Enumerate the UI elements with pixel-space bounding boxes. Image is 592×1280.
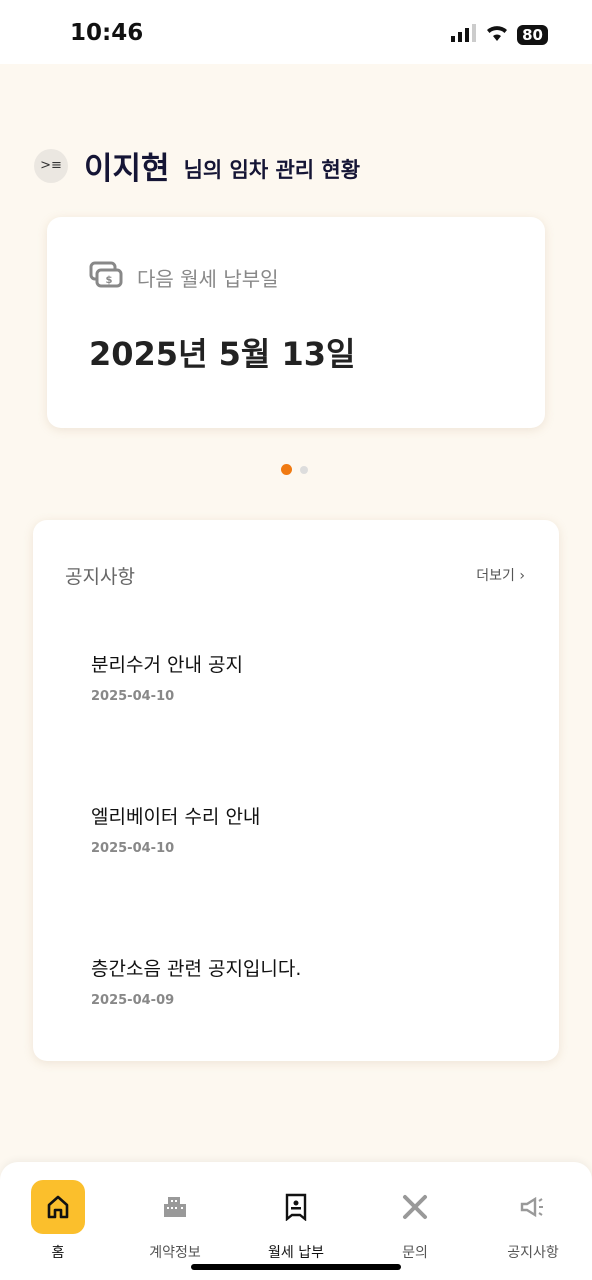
status-bar: 10:46 80 bbox=[0, 0, 592, 64]
tab-home[interactable]: 홈 bbox=[8, 1180, 108, 1262]
notice-title: 공지사항 bbox=[65, 566, 135, 588]
svg-text:$: $ bbox=[106, 275, 113, 286]
home-indicator bbox=[191, 1264, 401, 1270]
notice-item-title: 층간소음 관련 공지입니다. bbox=[91, 958, 302, 980]
building-icon bbox=[148, 1180, 202, 1234]
tab-rent-payment[interactable]: 월세 납부 bbox=[246, 1180, 346, 1262]
notice-item[interactable]: 층간소음 관련 공지입니다. 2025-04-09 bbox=[91, 954, 301, 1008]
more-label: 더보기 bbox=[476, 568, 515, 584]
tab-contract[interactable]: 계약정보 bbox=[125, 1180, 225, 1262]
notice-item[interactable]: 분리수거 안내 공지 2025-04-10 bbox=[91, 650, 243, 704]
tab-label: 공지사항 bbox=[507, 1245, 559, 1261]
carousel-dot-active[interactable] bbox=[281, 464, 292, 475]
page-header: >≡ 이지현 님의 임차 관리 현황 bbox=[34, 143, 360, 188]
id-badge-icon bbox=[269, 1180, 323, 1234]
next-payment-card[interactable]: $ 다음 월세 납부일 2025년 5월 13일 bbox=[47, 217, 545, 428]
home-icon bbox=[31, 1180, 85, 1234]
menu-icon: >≡ bbox=[40, 158, 62, 173]
battery-icon: 80 bbox=[517, 25, 548, 45]
tab-label: 홈 bbox=[51, 1245, 65, 1261]
bottom-nav: 홈 계약정보 월세 납부 문의 공지사항 bbox=[0, 1162, 592, 1280]
user-name: 이지현 bbox=[84, 151, 170, 187]
carousel-indicator bbox=[281, 464, 308, 475]
tools-icon bbox=[388, 1180, 442, 1234]
notice-item-title: 엘리베이터 수리 안내 bbox=[91, 806, 261, 828]
clock: 10:46 bbox=[70, 20, 144, 46]
notice-item-date: 2025-04-09 bbox=[91, 993, 175, 1008]
tab-label: 문의 bbox=[402, 1245, 428, 1261]
more-link[interactable]: 더보기 › bbox=[476, 565, 525, 585]
money-icon: $ bbox=[89, 261, 123, 294]
payment-label: 다음 월세 납부일 bbox=[137, 267, 279, 291]
payment-date: 2025년 5월 13일 bbox=[89, 335, 356, 373]
notice-card: 공지사항 더보기 › 분리수거 안내 공지 2025-04-10 엘리베이터 수리… bbox=[33, 520, 559, 1061]
page-subtitle: 님의 임차 관리 현황 bbox=[183, 157, 361, 182]
tab-label: 월세 납부 bbox=[268, 1245, 324, 1261]
wifi-icon bbox=[485, 24, 509, 46]
signal-icon bbox=[451, 24, 477, 46]
tab-notices[interactable]: 공지사항 bbox=[483, 1180, 583, 1262]
tab-label: 계약정보 bbox=[149, 1245, 201, 1261]
notice-item[interactable]: 엘리베이터 수리 안내 2025-04-10 bbox=[91, 802, 260, 856]
carousel-dot[interactable] bbox=[300, 465, 308, 474]
menu-toggle-button[interactable]: >≡ bbox=[34, 148, 68, 183]
notice-item-date: 2025-04-10 bbox=[91, 841, 175, 856]
megaphone-icon bbox=[506, 1180, 560, 1234]
chevron-right-icon: › bbox=[519, 568, 525, 584]
notice-item-date: 2025-04-10 bbox=[91, 689, 175, 704]
tab-inquiry[interactable]: 문의 bbox=[365, 1180, 465, 1262]
notice-item-title: 분리수거 안내 공지 bbox=[91, 654, 243, 676]
